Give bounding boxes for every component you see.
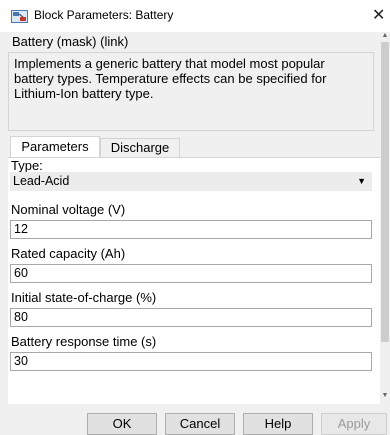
type-select-value: Lead-Acid xyxy=(13,174,70,188)
rated-capacity-label: Rated capacity (Ah) xyxy=(11,246,126,261)
scrollbar-thumb[interactable] xyxy=(381,42,389,342)
simulink-block-icon xyxy=(11,10,28,23)
initial-soc-field[interactable]: 80 xyxy=(10,308,372,327)
chevron-down-icon: ▼ xyxy=(357,176,366,186)
tab-parameters[interactable]: Parameters xyxy=(10,136,100,158)
rated-capacity-field[interactable]: 60 xyxy=(10,264,372,283)
response-time-field[interactable]: 30 xyxy=(10,352,372,371)
scroll-down-icon[interactable]: ▼ xyxy=(381,392,389,399)
description-box: Implements a generic battery that model … xyxy=(8,52,374,131)
help-button[interactable]: Help xyxy=(243,413,313,435)
dialog-content: Battery (mask) (link) Implements a gener… xyxy=(0,32,380,404)
initial-soc-label: Initial state-of-charge (%) xyxy=(11,290,157,305)
parameters-panel: Type: Lead-Acid ▼ Nominal voltage (V) 12… xyxy=(8,157,380,404)
apply-button[interactable]: Apply xyxy=(321,413,387,435)
close-icon[interactable]: ✕ xyxy=(372,5,385,25)
type-label: Type: xyxy=(11,158,43,173)
type-select[interactable]: Lead-Acid ▼ xyxy=(10,172,372,191)
nominal-voltage-field[interactable]: 12 xyxy=(10,220,372,239)
scroll-up-icon[interactable]: ▲ xyxy=(381,32,389,39)
vertical-scrollbar[interactable]: ▲ ▼ xyxy=(380,32,390,403)
button-bar: OK Cancel Help Apply xyxy=(0,403,390,435)
ok-button[interactable]: OK xyxy=(87,413,157,435)
title-bar: Block Parameters: Battery ✕ xyxy=(0,0,390,32)
description-text: Implements a generic battery that model … xyxy=(14,56,327,101)
nominal-voltage-label: Nominal voltage (V) xyxy=(11,202,126,217)
cancel-button[interactable]: Cancel xyxy=(165,413,235,435)
mask-title: Battery (mask) (link) xyxy=(12,34,129,49)
response-time-label: Battery response time (s) xyxy=(11,334,157,349)
tab-discharge[interactable]: Discharge xyxy=(100,138,180,157)
window-title: Block Parameters: Battery xyxy=(34,8,174,22)
